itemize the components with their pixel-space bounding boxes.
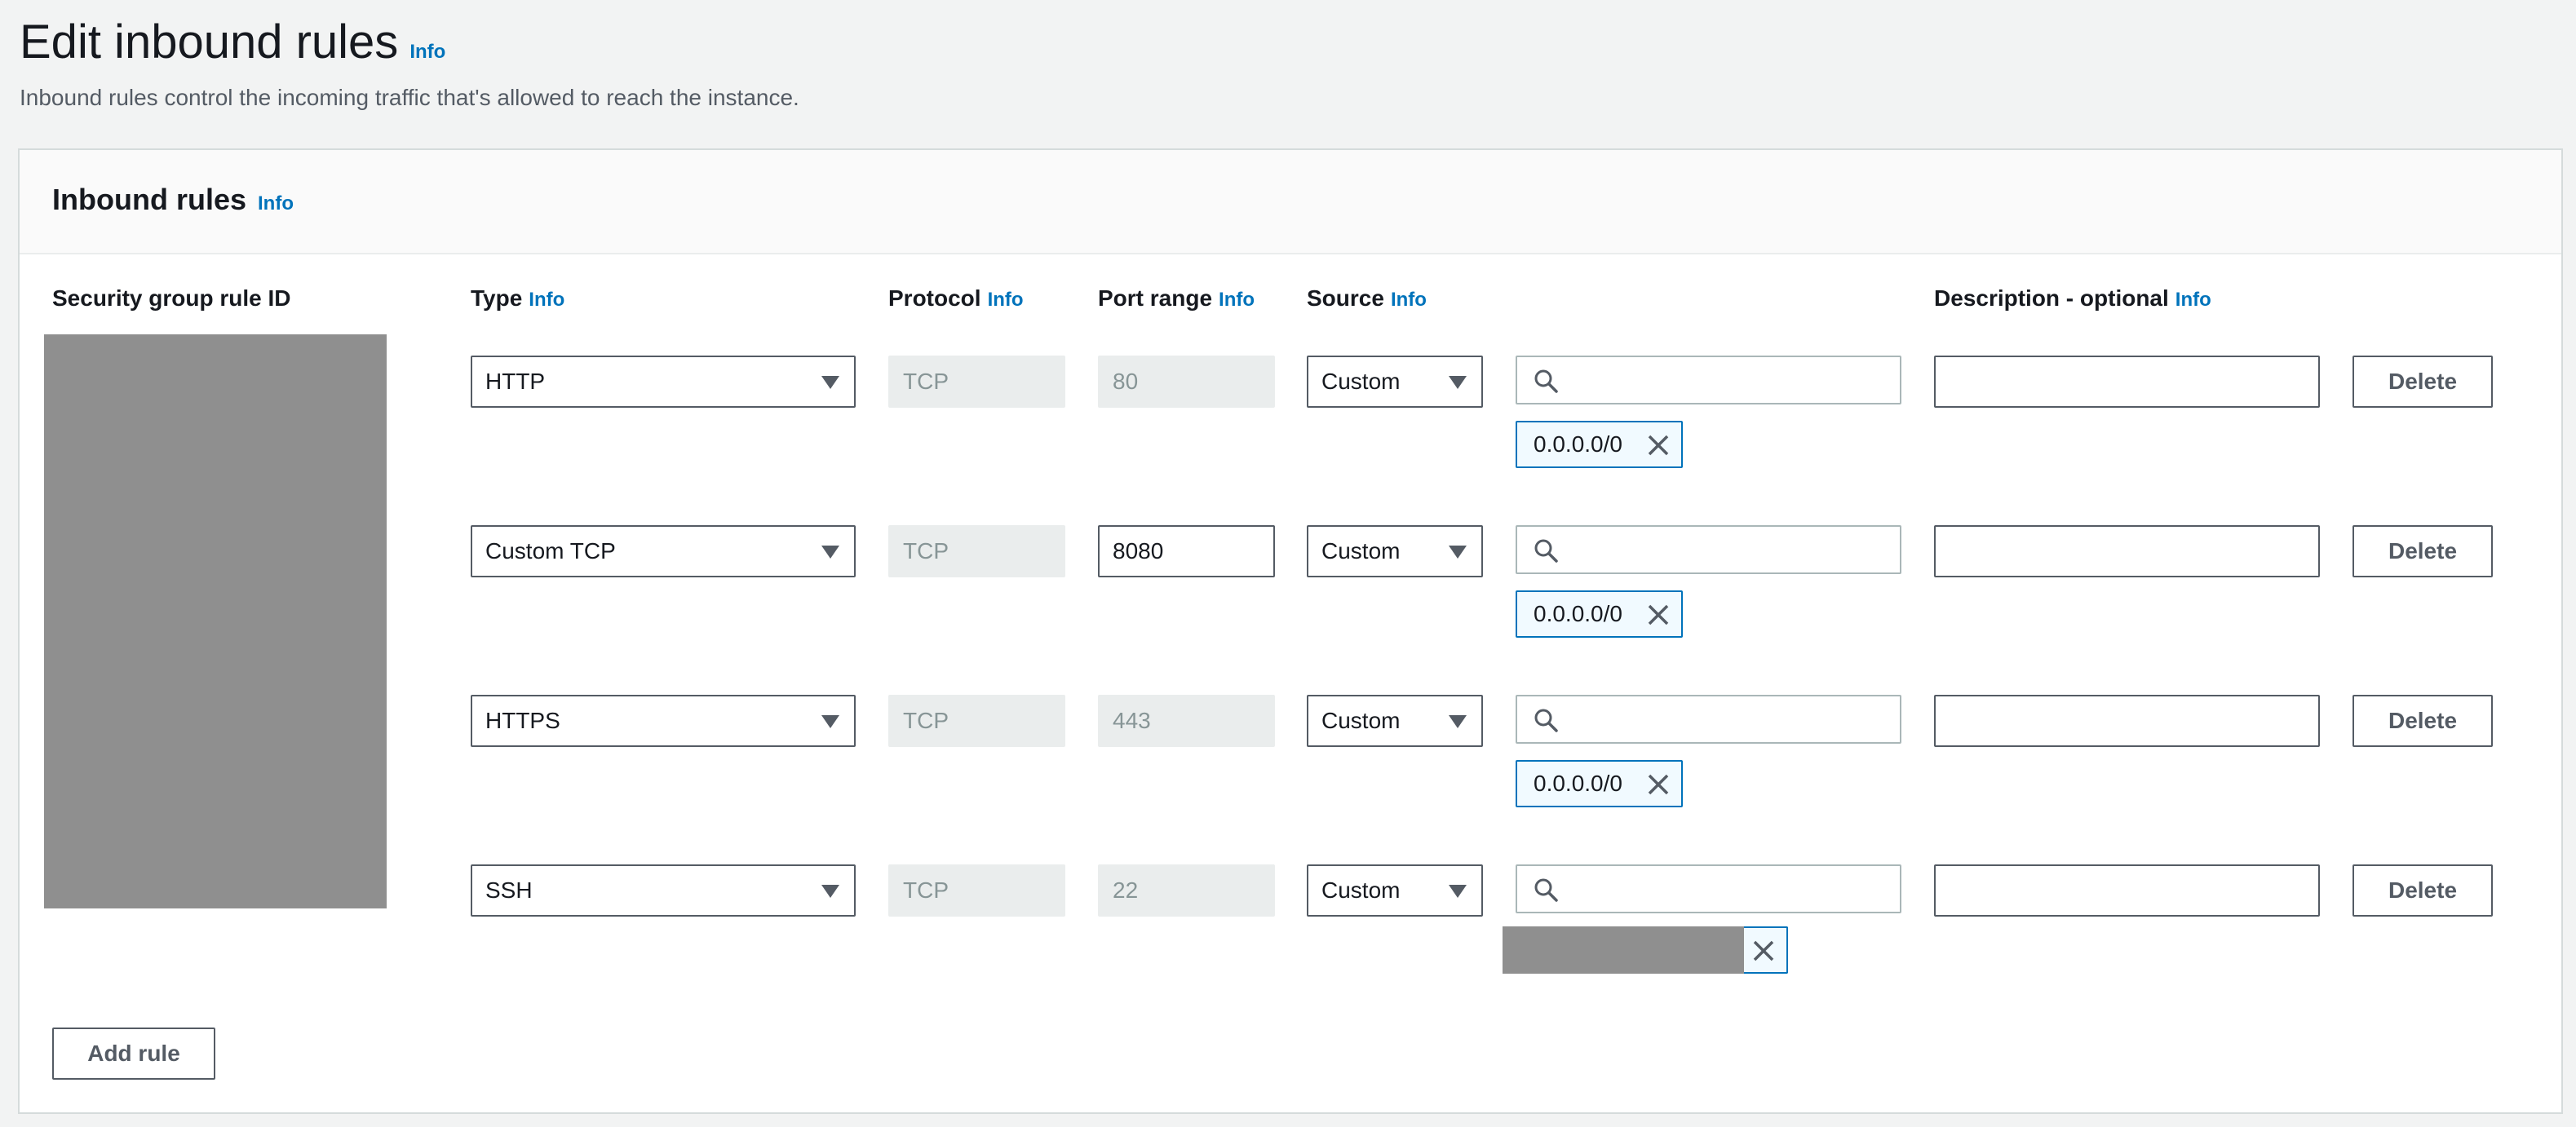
type-select-value: Custom TCP xyxy=(485,538,616,564)
search-icon xyxy=(1534,878,1558,902)
source-search-input[interactable] xyxy=(1516,695,1901,744)
search-icon xyxy=(1534,539,1558,563)
close-icon[interactable] xyxy=(1647,603,1670,626)
type-info-link[interactable]: Info xyxy=(529,289,564,311)
source-token-label: 0.0.0.0/0 xyxy=(1534,601,1622,626)
redacted-rule-ids xyxy=(44,334,387,908)
col-header-type-label: Type xyxy=(471,285,523,311)
description-info-link[interactable]: Info xyxy=(2175,289,2211,311)
description-input[interactable] xyxy=(1934,356,2320,408)
col-header-protocol: Protocol Info xyxy=(888,285,1024,312)
col-header-rule-id: Security group rule ID xyxy=(52,285,291,312)
search-icon xyxy=(1534,369,1558,393)
page-description: Inbound rules control the incoming traff… xyxy=(20,85,799,110)
col-header-source-label: Source xyxy=(1307,285,1384,311)
search-icon xyxy=(1534,709,1558,732)
source-select[interactable]: Custom xyxy=(1307,695,1483,747)
panel-title-info-link[interactable]: Info xyxy=(258,192,294,215)
page-title: Edit inbound rules xyxy=(20,15,399,69)
port-range-field: 22 xyxy=(1098,864,1275,917)
type-select[interactable]: HTTP xyxy=(471,356,856,408)
page-header: Edit inbound rules Info xyxy=(20,11,445,73)
source-token: 0.0.0.0/0 xyxy=(1516,590,1683,638)
source-token-label: 0.0.0.0/0 xyxy=(1534,771,1622,796)
caret-down-icon xyxy=(1449,376,1467,389)
caret-down-icon xyxy=(821,376,839,389)
close-icon[interactable] xyxy=(1647,434,1670,457)
type-select[interactable]: HTTPS xyxy=(471,695,856,747)
delete-rule-button[interactable]: Delete xyxy=(2352,356,2493,408)
port-range-info-link[interactable]: Info xyxy=(1219,289,1255,311)
protocol-field: TCP xyxy=(888,525,1065,577)
panel-header: Inbound rules Info xyxy=(20,150,2561,254)
description-input[interactable] xyxy=(1934,525,2320,577)
protocol-field: TCP xyxy=(888,356,1065,408)
source-token: 0.0.0.0/0 xyxy=(1516,760,1683,807)
col-header-description: Description - optional Info xyxy=(1934,285,2211,312)
port-range-field: 443 xyxy=(1098,695,1275,747)
source-token: 0.0.0.0/0 xyxy=(1516,421,1683,468)
source-select[interactable]: Custom xyxy=(1307,525,1483,577)
col-header-port-range: Port range Info xyxy=(1098,285,1255,312)
source-select-value: Custom xyxy=(1321,877,1401,903)
source-search-input[interactable] xyxy=(1516,356,1901,404)
col-header-rule-id-label: Security group rule ID xyxy=(52,285,291,311)
description-input[interactable] xyxy=(1934,864,2320,917)
port-range-input[interactable]: 8080 xyxy=(1098,525,1275,577)
caret-down-icon xyxy=(1449,885,1467,898)
delete-rule-button[interactable]: Delete xyxy=(2352,864,2493,917)
type-select[interactable]: Custom TCP xyxy=(471,525,856,577)
caret-down-icon xyxy=(821,715,839,728)
caret-down-icon xyxy=(821,546,839,559)
port-range-field: 80 xyxy=(1098,356,1275,408)
col-header-description-label: Description - optional xyxy=(1934,285,2169,311)
protocol-info-link[interactable]: Info xyxy=(988,289,1024,311)
source-search-input[interactable] xyxy=(1516,525,1901,574)
col-header-source: Source Info xyxy=(1307,285,1427,312)
source-token-remove[interactable] xyxy=(1744,926,1788,974)
redacted-source-token xyxy=(1503,926,1744,974)
col-header-protocol-label: Protocol xyxy=(888,285,981,311)
protocol-field: TCP xyxy=(888,695,1065,747)
caret-down-icon xyxy=(1449,546,1467,559)
type-select-value: HTTPS xyxy=(485,708,560,733)
type-select-value: SSH xyxy=(485,877,533,903)
close-icon[interactable] xyxy=(1647,773,1670,796)
source-select[interactable]: Custom xyxy=(1307,864,1483,917)
col-header-port-range-label: Port range xyxy=(1098,285,1213,311)
close-icon xyxy=(1753,940,1774,961)
col-header-type: Type Info xyxy=(471,285,564,312)
inbound-rules-panel: Inbound rules Info Security group rule I… xyxy=(18,148,2563,1114)
source-select-value: Custom xyxy=(1321,708,1401,733)
source-search-input[interactable] xyxy=(1516,864,1901,913)
caret-down-icon xyxy=(821,885,839,898)
panel-title: Inbound rules xyxy=(52,183,246,216)
caret-down-icon xyxy=(1449,715,1467,728)
delete-rule-button[interactable]: Delete xyxy=(2352,695,2493,747)
source-token-label: 0.0.0.0/0 xyxy=(1534,431,1622,457)
description-input[interactable] xyxy=(1934,695,2320,747)
add-rule-button[interactable]: Add rule xyxy=(52,1028,215,1080)
protocol-field: TCP xyxy=(888,864,1065,917)
source-select-value: Custom xyxy=(1321,369,1401,394)
source-select[interactable]: Custom xyxy=(1307,356,1483,408)
type-select[interactable]: SSH xyxy=(471,864,856,917)
delete-rule-button[interactable]: Delete xyxy=(2352,525,2493,577)
source-select-value: Custom xyxy=(1321,538,1401,564)
page-title-info-link[interactable]: Info xyxy=(409,41,445,63)
type-select-value: HTTP xyxy=(485,369,546,394)
source-info-link[interactable]: Info xyxy=(1391,289,1427,311)
